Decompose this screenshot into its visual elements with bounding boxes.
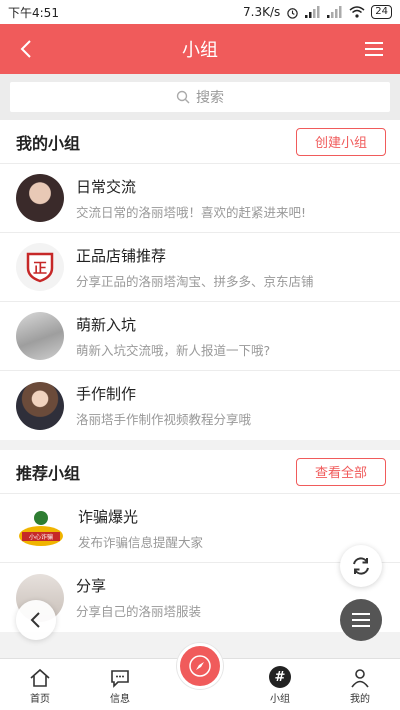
list-item-newbie[interactable]: 萌新入坑 萌新入坑交流哦，新人报道一下哦? xyxy=(0,302,400,371)
recommended-title: 推荐小组 xyxy=(16,463,81,483)
group-desc: 交流日常的洛丽塔哦！喜欢的赶紧进来吧! xyxy=(76,204,307,220)
group-desc: 萌新入坑交流哦，新人报道一下哦? xyxy=(76,342,271,358)
shield-badge-avatar: 正 xyxy=(16,243,64,291)
search-area: 搜索 xyxy=(0,74,400,120)
alarm-icon xyxy=(287,7,299,19)
search-placeholder: 搜索 xyxy=(196,90,224,106)
group-name: 手作制作 xyxy=(76,385,137,403)
recommended-header: 推荐小组 查看全部 xyxy=(0,450,400,494)
battery-indicator: 24 xyxy=(371,5,392,19)
wifi-icon xyxy=(349,6,365,18)
tab-messages[interactable]: 信息 xyxy=(80,659,160,710)
create-group-button[interactable]: 创建小组 xyxy=(296,127,386,156)
refresh-icon xyxy=(353,557,369,575)
user-icon xyxy=(351,669,369,688)
recommended-section: 推荐小组 查看全部 小心诈骗 诈骗爆光 发布诈骗信息提醒大家 分享 分享自己的洛… xyxy=(0,450,400,632)
hamburger-icon xyxy=(365,42,383,56)
chevron-left-icon xyxy=(20,40,31,58)
search-input[interactable]: 搜索 xyxy=(10,82,390,112)
tab-label: 首页 xyxy=(30,694,50,705)
avatar xyxy=(16,174,64,222)
avatar xyxy=(16,381,64,430)
floating-menu-button[interactable] xyxy=(340,599,382,641)
search-icon xyxy=(176,90,190,104)
message-icon xyxy=(111,670,129,688)
group-desc: 洛丽塔手作制作视频教程分享哦 xyxy=(76,412,252,427)
my-groups-section: 我的小组 创建小组 日常交流 交流日常的洛丽塔哦！喜欢的赶紧进来吧! 正 正品店… xyxy=(0,120,400,440)
tab-label: 信息 xyxy=(110,694,130,705)
badge-text: 正 xyxy=(33,261,47,277)
bottom-tab-bar: 首页 信息 # 小组 我的 xyxy=(0,643,400,710)
tab-label: 我的 xyxy=(350,694,370,705)
avatar xyxy=(16,312,64,360)
group-desc: 分享正品的洛丽塔淘宝、拼多多、京东店铺 xyxy=(76,273,314,289)
group-name: 分享 xyxy=(76,577,107,595)
refresh-button[interactable] xyxy=(340,545,382,587)
list-item-scam[interactable]: 小心诈骗 诈骗爆光 发布诈骗信息提醒大家 xyxy=(0,494,400,563)
tab-discover[interactable] xyxy=(160,643,240,710)
status-indicators: 7.3K/s 24 xyxy=(243,5,392,19)
list-item-shops[interactable]: 正 正品店铺推荐 分享正品的洛丽塔淘宝、拼多多、京东店铺 xyxy=(0,233,400,302)
signal-icon xyxy=(305,6,320,18)
tab-home[interactable]: 首页 xyxy=(0,659,80,710)
status-time: 下午4:51 xyxy=(8,5,59,20)
signal-icon-2 xyxy=(327,6,342,18)
list-item-handmade[interactable]: 手作制作 洛丽塔手作制作视频教程分享哦 xyxy=(0,371,400,440)
view-all-button[interactable]: 查看全部 xyxy=(296,457,386,486)
badge-text: 小心诈骗 xyxy=(29,533,53,541)
group-desc: 发布诈骗信息提醒大家 xyxy=(78,534,204,550)
compass-icon xyxy=(189,655,211,677)
group-name: 萌新入坑 xyxy=(76,315,137,334)
hamburger-icon xyxy=(352,613,370,627)
menu-button[interactable] xyxy=(360,35,388,63)
floating-back-button[interactable] xyxy=(16,600,56,640)
group-desc: 分享自己的洛丽塔服装 xyxy=(76,604,202,619)
compass-button[interactable] xyxy=(177,643,223,689)
hashtag-icon: # xyxy=(269,666,291,688)
group-name: 日常交流 xyxy=(76,177,137,196)
home-icon xyxy=(30,668,50,687)
group-name: 正品店铺推荐 xyxy=(76,246,167,265)
page-title: 小组 xyxy=(182,40,218,61)
status-bar: 下午4:51 7.3K/s 24 xyxy=(0,0,400,24)
tab-groups[interactable]: # 小组 xyxy=(240,659,320,710)
group-name: 诈骗爆光 xyxy=(78,507,139,526)
nav-bar: 小组 xyxy=(0,24,400,74)
my-groups-header: 我的小组 创建小组 xyxy=(0,120,400,164)
back-button[interactable] xyxy=(12,35,40,63)
my-groups-title: 我的小组 xyxy=(16,133,81,153)
network-speed: 7.3K/s xyxy=(243,5,281,19)
list-item-daily[interactable]: 日常交流 交流日常的洛丽塔哦！喜欢的赶紧进来吧! xyxy=(0,164,400,233)
scam-warning-avatar: 小心诈骗 xyxy=(16,504,66,552)
chevron-left-icon xyxy=(30,612,40,628)
tab-profile[interactable]: 我的 xyxy=(320,659,400,710)
tab-label: 小组 xyxy=(270,694,290,705)
section-divider xyxy=(0,440,400,450)
